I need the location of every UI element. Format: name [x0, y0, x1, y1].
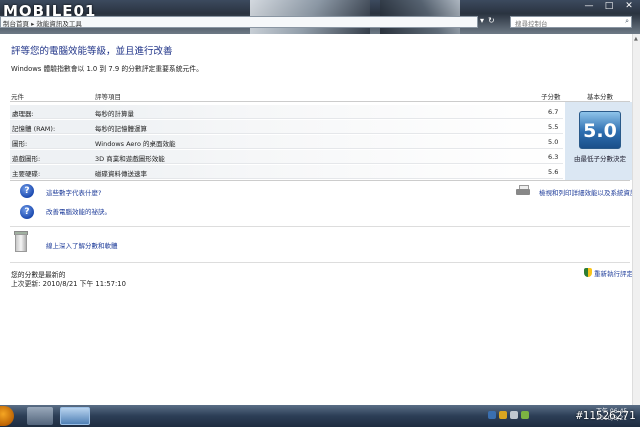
table-row: 圖形: Windows Aero 的桌面效能 5.0: [10, 135, 563, 149]
address-nav: ▾ ↻: [480, 16, 495, 25]
table-row: 主要硬碟: 磁碟資料傳送速率 5.6: [10, 165, 563, 179]
what-mean-link[interactable]: 這些數字代表什麼?: [46, 187, 101, 197]
row-component: 主要硬碟:: [12, 170, 41, 178]
row-rated: 每秒的計算量: [95, 110, 134, 118]
page-title: 評等您的電腦效能等級，並且進行改善: [11, 46, 173, 57]
row-component: 處理器:: [12, 110, 34, 118]
col-header-base: 基本分數: [587, 93, 613, 101]
main-content: 評等您的電腦效能等級，並且進行改善 Windows 體驗指數會以 1.0 到 7…: [0, 34, 637, 405]
refresh-icon[interactable]: ↻: [488, 16, 495, 25]
window-controls: — □ ✕: [582, 1, 636, 11]
help-icon: ?: [20, 205, 34, 219]
battery-icon[interactable]: [521, 411, 529, 419]
base-score-badge: 5.0: [579, 111, 621, 149]
col-header-rated: 評等項目: [95, 93, 121, 101]
breadcrumb[interactable]: 制台首頁 ▸ 效能資訊及工具: [3, 18, 82, 28]
table-row: 處理器: 每秒的計算量 6.7: [10, 105, 563, 119]
image-watermark: #11526271: [576, 409, 636, 422]
row-component: 圖形:: [12, 140, 28, 148]
printer-icon: [514, 184, 532, 196]
row-component: 記憶體 (RAM):: [12, 125, 56, 133]
start-button[interactable]: [0, 406, 14, 426]
close-button[interactable]: ✕: [622, 1, 636, 11]
row-rated: 磁碟資料傳送速率: [95, 170, 147, 178]
search-icon[interactable]: ⌕: [625, 17, 629, 26]
help-icon: ?: [20, 184, 34, 198]
base-score-panel: 5.0 由最低子分數決定: [565, 102, 632, 180]
row-score: 5.6: [548, 168, 559, 176]
minimize-button[interactable]: —: [582, 1, 596, 11]
row-component: 遊戲圖形:: [12, 155, 41, 163]
table-row: 遊戲圖形: 3D 商業和遊戲圖形效能 6.3: [10, 150, 563, 164]
row-score: 5.5: [548, 123, 559, 131]
col-header-component: 元件: [11, 93, 24, 101]
maximize-button[interactable]: □: [602, 1, 616, 11]
intro-text: Windows 體驗指數會以 1.0 到 7.9 的分數評定重要系統元件。: [11, 65, 203, 73]
row-rated: 每秒的記憶體運算: [95, 125, 147, 133]
learn-more-link[interactable]: 線上深入了解分數和軟體: [46, 240, 118, 250]
row-rated: Windows Aero 的桌面效能: [95, 140, 176, 148]
volume-icon[interactable]: [510, 411, 518, 419]
row-score: 6.7: [548, 108, 559, 116]
row-score: 5.0: [548, 138, 559, 146]
row-score: 6.3: [548, 153, 559, 161]
system-tray: [488, 411, 529, 419]
last-update: 上次更新: 2010/8/21 下午 11:57:10: [11, 280, 126, 288]
network-icon[interactable]: [488, 411, 496, 419]
print-details-link[interactable]: 檢視和列印詳細效能以及系統資訊: [539, 187, 637, 197]
search-input[interactable]: 搜尋控制台 ⌕: [510, 16, 632, 28]
notification-icon[interactable]: [499, 411, 507, 419]
software-box-icon: [13, 230, 29, 254]
improve-tips-link[interactable]: 改善電腦效能的祕訣。: [46, 206, 111, 216]
recent-pages-dropdown[interactable]: ▾: [480, 16, 484, 25]
taskbar-app-explorer[interactable]: [27, 407, 53, 425]
base-score-caption: 由最低子分數決定: [574, 155, 626, 163]
col-header-subscore: 子分數: [541, 93, 561, 101]
vertical-scrollbar[interactable]: ▲: [632, 34, 640, 405]
row-rated: 3D 商業和遊戲圖形效能: [95, 155, 165, 163]
taskbar: 下午 06:45 2010/8/21: [0, 405, 640, 427]
address-bar[interactable]: 制台首頁 ▸ 效能資訊及工具: [0, 16, 478, 28]
scroll-up-icon[interactable]: ▲: [634, 36, 638, 42]
taskbar-app-control-panel[interactable]: [60, 407, 90, 425]
rerun-assessment-link[interactable]: 重新執行評定: [594, 268, 633, 278]
shield-icon: [584, 268, 592, 277]
table-row: 記憶體 (RAM): 每秒的記憶體運算 5.5: [10, 120, 563, 134]
search-placeholder: 搜尋控制台: [515, 20, 548, 28]
